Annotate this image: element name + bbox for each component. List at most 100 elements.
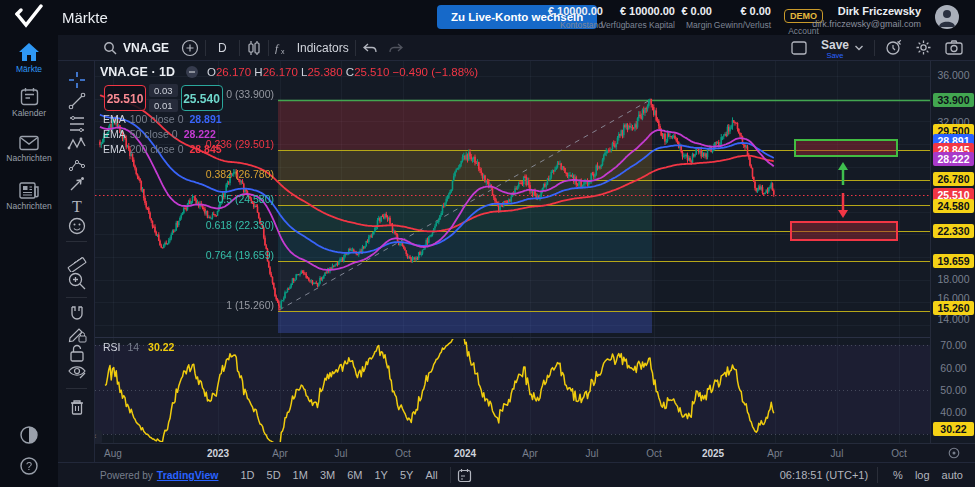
timeframe-1y[interactable]: 1Y xyxy=(368,467,393,483)
timeframe-all[interactable]: All xyxy=(419,467,443,483)
hide-drawings-eye-icon[interactable] xyxy=(66,361,88,383)
settings-gear-icon[interactable] xyxy=(915,39,932,56)
camera-snapshot-icon[interactable] xyxy=(945,40,963,55)
ohlc-key: C xyxy=(346,66,354,78)
price-label-box: 15.260 xyxy=(933,301,974,315)
add-symbol-icon[interactable] xyxy=(181,39,199,57)
indicators-fx-icon[interactable]: f x xyxy=(275,41,293,55)
timeframe-1d[interactable]: 1D xyxy=(234,467,260,483)
timeframe-1m[interactable]: 1M xyxy=(287,467,314,483)
toolbar-separator xyxy=(66,241,87,242)
rsi-tick: 50.00 xyxy=(933,383,974,397)
save-button[interactable]: Save xyxy=(821,38,849,52)
svg-text:f: f xyxy=(275,42,280,54)
fib-retracement-tool-icon[interactable] xyxy=(66,113,88,135)
time-axis[interactable]: Aug2023AprJulOct2024AprJulOct2025AprJulO… xyxy=(95,443,975,462)
legend-symbol[interactable]: VNA.GE · 1D xyxy=(100,65,175,79)
sidebar-item-nachrichten-3[interactable]: Nachrichten xyxy=(0,182,58,211)
timeframe-6m[interactable]: 6M xyxy=(341,467,368,483)
redo-icon[interactable] xyxy=(388,42,404,54)
theme-toggle-icon[interactable] xyxy=(0,425,58,445)
timeframe-5d[interactable]: 5D xyxy=(261,467,287,483)
spread: 0.03 0.01 xyxy=(149,84,178,112)
account-stat: € 0.00Gewinn/Verlust xyxy=(714,5,771,30)
rsi-name[interactable]: RSI xyxy=(103,341,121,353)
price-label-box: 24.580 xyxy=(933,199,974,213)
timeframe-5y[interactable]: 5Y xyxy=(394,467,419,483)
bottom-bar: Powered by TradingView 1D5D1M3M6M1Y5YAll… xyxy=(58,462,975,487)
buy-price-button[interactable]: 25.540 xyxy=(181,85,223,111)
emoji-tool-icon[interactable] xyxy=(66,215,88,237)
timeframe-3m[interactable]: 3M xyxy=(314,467,341,483)
avatar[interactable] xyxy=(935,5,959,29)
symbol-name[interactable]: VNA.GE xyxy=(123,41,169,55)
crosshair-tool-icon[interactable] xyxy=(66,69,88,91)
interval-button[interactable]: D xyxy=(212,41,233,55)
scales-settings-icon[interactable] xyxy=(948,447,960,459)
change-value: −0.490 (−1.88%) xyxy=(393,66,479,78)
time-tick: Apr xyxy=(522,448,538,459)
price-label-box: 19.659 xyxy=(933,254,974,268)
fib-level-label: 1 (15.260) xyxy=(95,299,274,311)
save-control[interactable]: Save Save xyxy=(821,35,849,60)
time-tick: 2025 xyxy=(702,448,724,459)
arrow-marker-tool-icon[interactable] xyxy=(66,173,88,195)
clock[interactable]: 06:18:51 (UTC+1) xyxy=(780,469,868,481)
time-tick: Oct xyxy=(395,448,411,459)
save-sub-label: Save xyxy=(821,51,849,60)
trendline-tool-icon[interactable] xyxy=(66,90,88,112)
symbol-search-icon[interactable] xyxy=(103,41,117,55)
zoom-in-tool-icon[interactable] xyxy=(66,270,88,292)
page-title: Märkte xyxy=(62,9,108,26)
price-axis[interactable]: 36.00032.00018.00016.00014.00033.90029.5… xyxy=(930,61,975,443)
fib-level-label: 0.764 (19.659) xyxy=(95,249,274,261)
sidebar-item-märkte-0[interactable]: Märkte xyxy=(0,42,58,74)
remove-drawings-trash-icon[interactable] xyxy=(66,396,88,418)
chart-style-icon[interactable] xyxy=(246,40,262,56)
time-tick: Jul xyxy=(831,448,844,459)
sidebar-item-nachrichten-2[interactable]: Nachrichten xyxy=(0,135,58,163)
user-info[interactable]: Dirk Friczewsky dirk.friczewsky@gmail.co… xyxy=(812,5,921,29)
price-label-box: 28.222 xyxy=(933,152,974,166)
time-tick: Jul xyxy=(335,448,348,459)
help-icon[interactable]: ? xyxy=(0,456,58,476)
auto-scale-button[interactable]: auto xyxy=(936,467,969,483)
xabcd-pattern-tool-icon[interactable] xyxy=(66,133,88,155)
magnet-tool-icon[interactable] xyxy=(66,303,88,325)
spread-top: 0.03 xyxy=(149,84,178,97)
alert-icon[interactable] xyxy=(885,39,902,56)
account-stat: € 0.00Margin xyxy=(681,5,712,30)
sell-price-button[interactable]: 25.510 xyxy=(104,85,146,111)
go-to-date-icon[interactable] xyxy=(457,468,472,483)
percent-scale-button[interactable]: % xyxy=(887,467,909,483)
account-stat: € 10000.00Verfügbares Kapital xyxy=(601,5,675,30)
chart-area[interactable]: 36.00032.00018.00016.00014.00033.90029.5… xyxy=(95,61,975,462)
time-tick: Apr xyxy=(767,448,783,459)
time-tick: Oct xyxy=(891,448,907,459)
chevron-down-icon[interactable] xyxy=(854,44,864,52)
forecast-tool-icon[interactable] xyxy=(66,153,88,175)
tradingview-link[interactable]: TradingView xyxy=(157,469,219,481)
log-scale-button[interactable]: log xyxy=(909,467,936,483)
time-tick: Jul xyxy=(586,448,599,459)
trading-app: Märkte Zu Live-Konto wechseln € 10000.00… xyxy=(0,0,975,487)
hide-source-icon[interactable] xyxy=(185,65,199,79)
measure-tool-icon[interactable] xyxy=(66,250,88,272)
top-bar: Märkte Zu Live-Konto wechseln € 10000.00… xyxy=(0,0,975,35)
svg-text:T: T xyxy=(72,198,82,215)
time-tick: 2024 xyxy=(454,448,476,459)
ema-legend-row[interactable]: EMA50 close 028.222 xyxy=(103,127,216,141)
app-logo-icon[interactable] xyxy=(14,4,44,30)
undo-icon[interactable] xyxy=(362,42,378,54)
price-label-box: 26.780 xyxy=(933,172,974,186)
user-name: Dirk Friczewsky xyxy=(812,5,921,17)
sell-buy-widget: 25.510 0.03 0.01 25.540 xyxy=(104,84,223,112)
person-icon xyxy=(935,5,959,29)
indicators-button[interactable]: Indicators xyxy=(297,41,349,55)
ema-legend-row[interactable]: EMA100 close 028.891 xyxy=(103,112,222,126)
layout-panel-icon[interactable] xyxy=(791,41,807,55)
text-tool-icon[interactable]: T xyxy=(66,195,88,217)
ema-legend-row[interactable]: EMA200 close 028.845 xyxy=(103,142,222,156)
sidebar-item-kalender-1[interactable]: Kalender xyxy=(0,87,58,118)
drawing-toolbar: T xyxy=(58,61,95,462)
